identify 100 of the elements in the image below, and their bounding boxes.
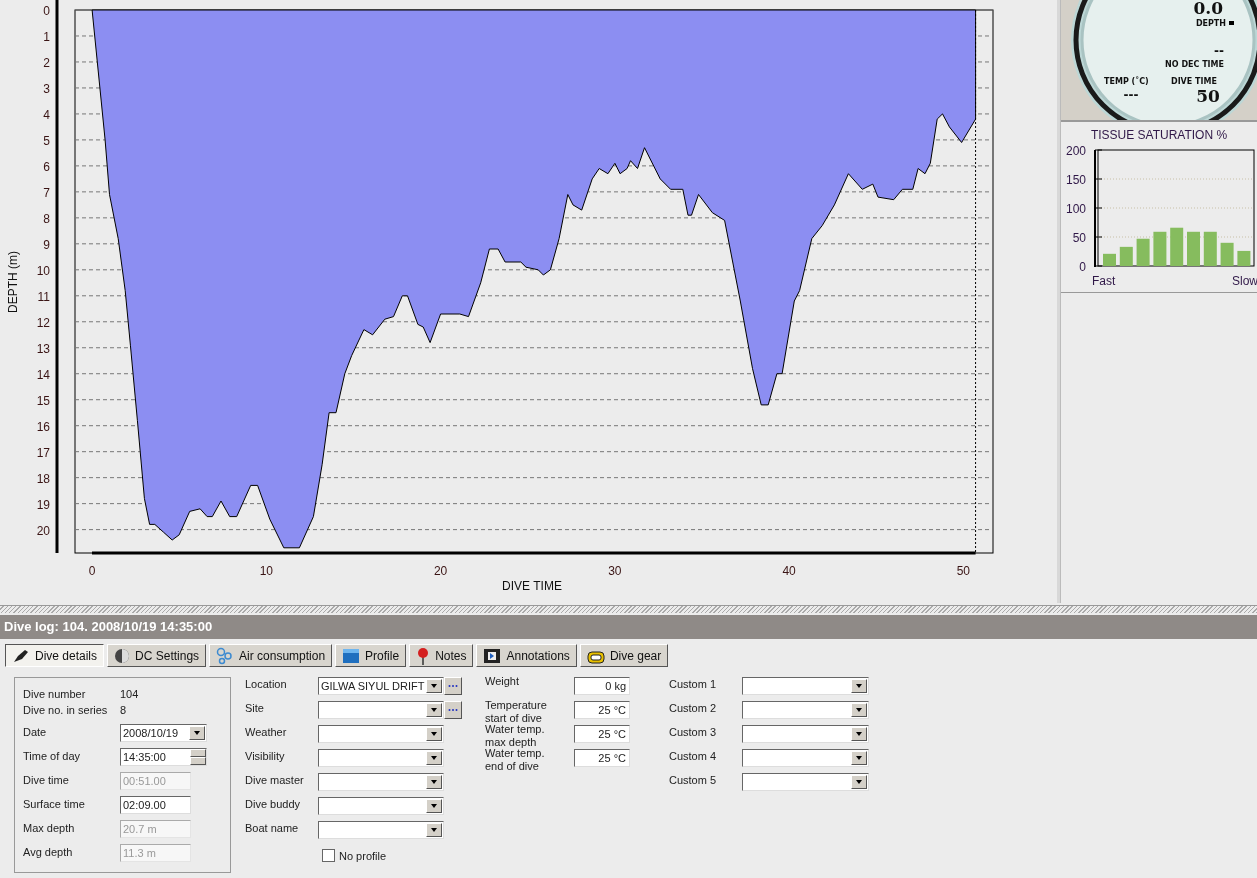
depth-tick-label: 2 [43, 55, 50, 70]
time-tick-label: 30 [608, 564, 622, 578]
field-label: Max depth [23, 821, 76, 836]
dropdown-field[interactable] [318, 821, 444, 839]
saturation-bar [1170, 227, 1184, 266]
dropdown-field[interactable] [318, 701, 444, 719]
depth-tick-label: 5 [43, 133, 50, 148]
temp-reading: --- [1123, 88, 1139, 102]
dropdown-field[interactable] [318, 797, 444, 815]
no-dec-time-label: NO DEC TIME [1165, 60, 1224, 69]
time-tick-label: 0 [88, 564, 96, 578]
depth-tick-label: 8 [43, 211, 50, 226]
browse-button[interactable] [444, 701, 462, 719]
input-field[interactable]: 25 °C [574, 749, 630, 767]
input-field[interactable]: 25 °C [574, 725, 630, 743]
bubbles-icon [216, 646, 235, 665]
dropdown-field[interactable] [742, 749, 869, 767]
depth-tick-label: 13 [36, 341, 50, 356]
depth-tick-label: 14 [36, 367, 50, 382]
field-label: Dive master [245, 773, 305, 787]
saturation-bar [1153, 231, 1167, 266]
time-tick-label: 50 [956, 564, 971, 578]
ellipsis-icon [448, 684, 458, 688]
time-tick-label: 40 [782, 564, 796, 578]
field-value: 104 [120, 687, 139, 702]
dive-time-label: DIVE TIME [1171, 77, 1217, 86]
input-field[interactable]: 0 kg [574, 677, 630, 695]
saturation-bar [1103, 253, 1116, 266]
depth-tick-label: 1 [43, 30, 50, 44]
spin-buttons-icon[interactable] [190, 749, 206, 765]
unit-mark-icon [1229, 21, 1234, 25]
field-label: Temperature start of dive [485, 699, 548, 725]
field-label: Date [23, 725, 48, 740]
saturation-bar [1136, 238, 1150, 266]
field-label: Custom 4 [669, 749, 718, 763]
tab[interactable]: Profile [335, 644, 407, 667]
depth-label: DEPTH [1195, 19, 1226, 28]
field-label: Boat name [245, 821, 300, 835]
dropdown-field[interactable] [318, 749, 444, 767]
field-label: Dive buddy [245, 797, 302, 811]
depth-tick-label: 11 [37, 289, 50, 304]
saturation-tick-label: 0 [1079, 260, 1086, 274]
field-label: Custom 3 [669, 725, 718, 739]
depth-tick-label: 3 [43, 81, 50, 96]
checkbox[interactable] [322, 849, 335, 862]
field-label: Custom 5 [669, 773, 718, 787]
dropdown-field[interactable] [742, 701, 869, 719]
field-label: Dive no. in series [23, 703, 109, 718]
date-picker[interactable]: 2008/10/19 [120, 724, 207, 742]
browse-button[interactable] [444, 677, 462, 695]
y-axis-label: DEPTH (m) [6, 251, 20, 313]
dropdown-field[interactable] [742, 677, 869, 695]
film-icon [483, 647, 502, 664]
dropdown-field[interactable] [318, 725, 444, 743]
time-tick-label: 20 [433, 564, 448, 578]
field-label: Weight [485, 675, 521, 688]
field-label: Site [245, 701, 265, 715]
tab[interactable]: Dive gear [579, 644, 669, 667]
input-field[interactable]: 02:09.00 [120, 796, 191, 814]
field-label: Visibility [245, 749, 286, 763]
disk-icon [114, 647, 131, 664]
saturation-tick-label: 50 [1072, 231, 1086, 245]
tab[interactable]: Notes [409, 644, 474, 667]
saturation-tick-label: 150 [1065, 173, 1086, 187]
field-label: Time of day [23, 749, 82, 764]
depth-tick-label: 4 [43, 107, 50, 122]
depth-tick-label: 7 [43, 185, 50, 200]
depth-tick-label: 18 [36, 471, 50, 486]
saturation-tick-label: 200 [1065, 144, 1086, 158]
depth-tick-label: 6 [43, 159, 50, 174]
fast-label: Fast [1092, 274, 1116, 288]
saturation-bar [1187, 231, 1200, 266]
tab[interactable]: Dive details [5, 644, 105, 667]
field-label: Weather [245, 725, 288, 739]
saturation-bar [1119, 246, 1133, 266]
tab[interactable]: Annotations [476, 644, 577, 667]
depth-reading: 0.0 [1193, 0, 1223, 18]
no-dec-time-reading: -- [1214, 44, 1224, 58]
tab[interactable]: Air consumption [209, 644, 333, 667]
time-field[interactable]: 14:35:00 [120, 748, 207, 766]
chart-title: TISSUE SATURATION % [1090, 128, 1228, 142]
time-tick-label: 10 [259, 564, 273, 578]
depth-tick-label: 20 [36, 523, 50, 538]
dive-log-title: Dive log: 104. 2008/10/19 14:35:00 [0, 615, 1257, 639]
dropdown-field[interactable]: GILWA SIYUL DRIFT [318, 677, 444, 695]
depth-tick-label: 10 [36, 263, 50, 278]
saturation-bar [1203, 231, 1217, 266]
field-value: 8 [120, 703, 127, 718]
dropdown-field[interactable] [742, 773, 869, 791]
field-label: Water temp. max depth [485, 723, 546, 749]
input-field[interactable]: 25 °C [574, 701, 630, 719]
dropdown-field[interactable] [742, 725, 869, 743]
depth-tick-label: 16 [36, 419, 50, 434]
depth-tick-label: 15 [36, 393, 50, 408]
field-label: Custom 2 [669, 701, 718, 715]
panel-icon [342, 647, 361, 664]
dropdown-field[interactable] [318, 773, 444, 791]
tab[interactable]: DC Settings [107, 644, 207, 667]
field-label: Custom 1 [669, 677, 718, 691]
depth-tick-label: 19 [36, 497, 50, 512]
